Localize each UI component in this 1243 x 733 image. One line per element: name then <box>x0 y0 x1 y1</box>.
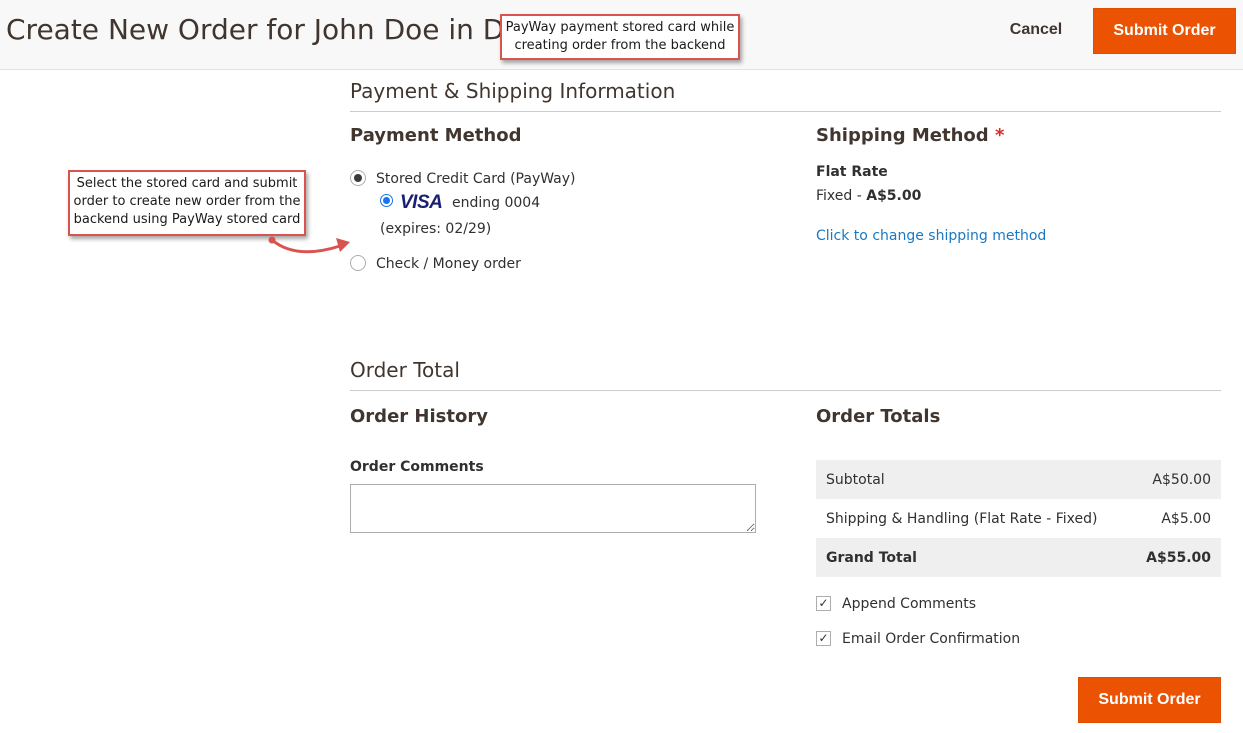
totals-row-value: A$55.00 <box>1146 549 1211 566</box>
totals-row-shipping: Shipping & Handling (Flat Rate - Fixed) … <box>816 499 1221 538</box>
totals-row-value: A$50.00 <box>1152 471 1211 488</box>
shipping-rate-label: Fixed - <box>816 188 867 204</box>
annotation-callout-left: Select the stored card and submit order … <box>68 170 306 236</box>
shipping-method-title-text: Shipping Method <box>816 125 989 146</box>
callout-arrow-icon <box>268 236 350 254</box>
callout-text-line: order to create new order from the <box>73 194 301 209</box>
payment-radio-stored-card[interactable] <box>350 170 366 186</box>
totals-row-value: A$5.00 <box>1161 510 1211 527</box>
callout-text-line: PayWay payment stored card while <box>505 20 735 35</box>
totals-row-label: Subtotal <box>826 471 885 488</box>
order-history-title: Order History <box>350 406 488 427</box>
totals-row-label: Grand Total <box>826 549 917 566</box>
totals-row-label: Shipping & Handling (Flat Rate - Fixed) <box>826 510 1098 527</box>
stored-card-radio[interactable] <box>380 194 393 207</box>
stored-card-ending: ending 0004 <box>452 195 541 211</box>
append-comments-label: Append Comments <box>842 596 977 612</box>
annotation-callout-top: PayWay payment stored card while creatin… <box>500 14 740 60</box>
cancel-button[interactable]: Cancel <box>996 16 1076 44</box>
callout-text-line: creating order from the backend <box>514 38 726 53</box>
append-comments-checkbox[interactable]: ✓ <box>816 596 831 611</box>
shipping-rate-amount: A$5.00 <box>866 188 922 204</box>
required-asterisk: * <box>994 125 1005 146</box>
submit-order-button-bottom[interactable]: Submit Order <box>1078 677 1221 723</box>
shipping-rate: Fixed - A$5.00 <box>816 187 921 205</box>
shipping-method-title: Shipping Method * <box>816 124 1004 148</box>
payment-method-title: Payment Method <box>350 125 522 146</box>
order-comments-label: Order Comments <box>350 459 484 475</box>
page-title: Create New Order for John Doe in Default… <box>6 13 506 46</box>
totals-row-grand-total: Grand Total A$55.00 <box>816 538 1221 577</box>
callout-text-line: Select the stored card and submit <box>76 176 298 191</box>
section-title-payment-shipping: Payment & Shipping Information <box>350 77 1221 112</box>
payment-option-label-stored-card: Stored Credit Card (PayWay) <box>376 171 576 187</box>
callout-text-line: backend using PayWay stored card <box>73 212 301 227</box>
submit-order-button-top[interactable]: Submit Order <box>1093 8 1236 54</box>
order-comments-input[interactable] <box>350 484 756 533</box>
change-shipping-method-link[interactable]: Click to change shipping method <box>816 227 1046 245</box>
email-confirmation-checkbox[interactable]: ✓ <box>816 631 831 646</box>
stored-card-expiry: (expires: 02/29) <box>380 221 492 237</box>
email-confirmation-label: Email Order Confirmation <box>842 631 1021 647</box>
visa-icon: VISA <box>400 192 443 213</box>
totals-row-subtotal: Subtotal A$50.00 <box>816 460 1221 499</box>
payment-option-label-check-money-order: Check / Money order <box>376 256 521 272</box>
order-totals-title: Order Totals <box>816 406 941 427</box>
section-title-order-total: Order Total <box>350 356 1221 391</box>
order-totals-table: Subtotal A$50.00 Shipping & Handling (Fl… <box>816 460 1221 577</box>
shipping-carrier-name: Flat Rate <box>816 164 888 180</box>
